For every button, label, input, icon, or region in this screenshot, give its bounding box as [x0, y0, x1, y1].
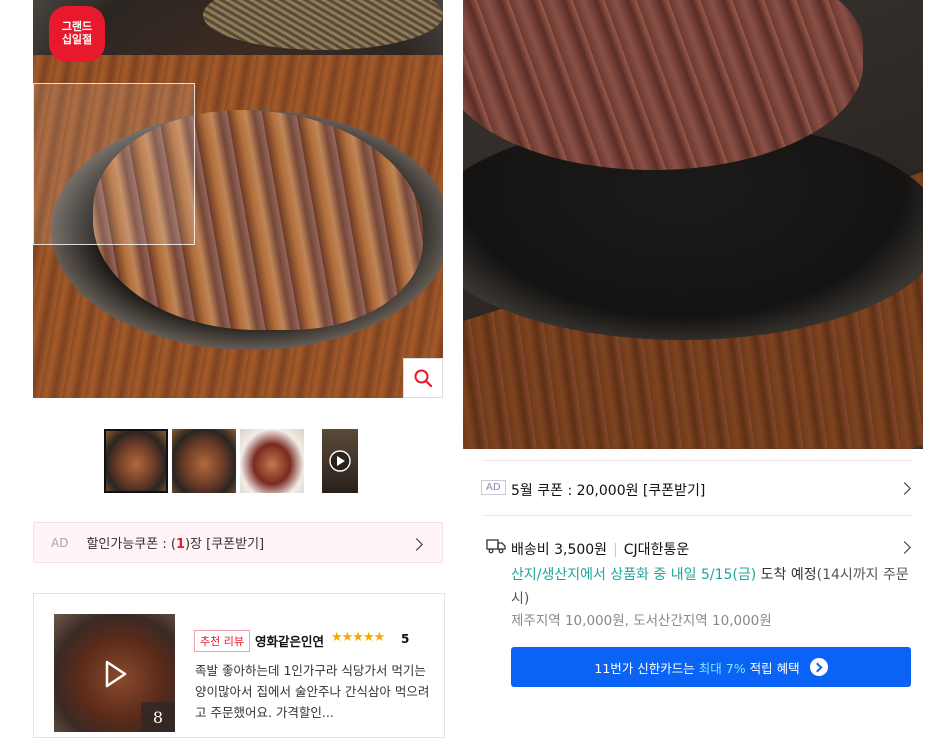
review-card[interactable]: 8 추천 리뷰 영화같은인연 ★★★★★ 5 족발 좋아하는데 1인가구라 식당…: [33, 593, 445, 738]
card-benefit-post: 적립 혜택: [749, 660, 800, 676]
shipping-info: 배송비 3,500원 | CJ대한통운: [511, 542, 690, 558]
chevron-right-icon[interactable]: [898, 482, 911, 495]
badge-line-2: 십일절: [61, 33, 93, 46]
chevron-right-icon[interactable]: [898, 541, 911, 554]
divider: [483, 515, 911, 516]
recommended-review-tag: 추천 리뷰: [194, 630, 250, 652]
review-media-count: 8: [141, 702, 175, 732]
arrival-estimate: 산지/생산지에서 상품화 중 내일 5/15(금) 도착 예정(14시까지 주문…: [511, 567, 909, 607]
herbs-decoration: [203, 0, 443, 50]
review-text: 족발 좋아하는데 1인가구라 식당가서 먹기는 양이많아서 집에서 술안주나 간…: [195, 663, 430, 720]
arrival-date: 산지/생산지에서 상품화 중 내일 5/15(금): [511, 567, 757, 583]
may-coupon-link[interactable]: 5월 쿠폰 : 20,000원 [쿠폰받기]: [511, 480, 705, 500]
ad-label: AD: [51, 535, 69, 550]
coupon-text: 할인가능쿠폰 : (1)장 [쿠폰받기]: [86, 537, 265, 552]
play-icon: [329, 450, 351, 472]
card-benefit-pre: 11번가 신한카드는: [594, 660, 695, 676]
card-benefit-highlight: 최대 7%: [698, 660, 746, 676]
thumbnail-2[interactable]: [172, 429, 236, 493]
zoom-lens[interactable]: [33, 83, 195, 245]
ad-label: AD: [481, 480, 506, 495]
chevron-right-icon: [410, 538, 423, 551]
coupon-count: 1: [175, 537, 185, 552]
extra-shipping-fee: 제주지역 10,000원, 도서산간지역 10,000원: [511, 613, 772, 629]
shinhan-card-benefit-button[interactable]: 11번가 신한카드는 최대 7% 적립 혜택: [511, 647, 911, 687]
magnifier-icon: [414, 369, 433, 388]
truck-icon: [486, 539, 506, 554]
zoom-button[interactable]: [403, 358, 443, 398]
review-image[interactable]: 8: [54, 614, 175, 732]
star-rating: ★★★★★: [331, 630, 385, 645]
play-icon: [105, 660, 127, 688]
rating-score: 5: [401, 632, 410, 646]
shipping-fee: 배송비 3,500원: [511, 542, 608, 558]
divider: [483, 460, 911, 461]
discount-coupon-bar[interactable]: AD 할인가능쿠폰 : (1)장 [쿠폰받기]: [33, 522, 443, 563]
zoomed-product-image: [463, 0, 923, 449]
reviewer-name: 영화같은인연: [255, 634, 325, 649]
thumbnail-1[interactable]: [104, 429, 168, 493]
arrow-circle-icon: [809, 658, 828, 676]
thumbnail-3[interactable]: [240, 429, 304, 493]
grand-11-badge: 그랜드 십일절: [49, 6, 105, 62]
carrier-name: CJ대한통운: [623, 542, 690, 558]
thumbnail-video[interactable]: [322, 429, 358, 493]
